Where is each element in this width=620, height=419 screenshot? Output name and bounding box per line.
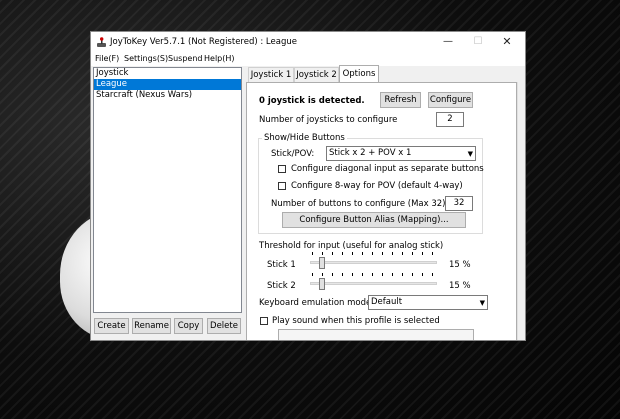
minimize-icon[interactable]: — <box>433 34 463 50</box>
title-bar[interactable]: JoyToKey Ver5.7.1 (Not Registered) : Lea… <box>91 32 525 53</box>
chevron-down-icon: ▼ <box>479 299 485 307</box>
threshold-label: Threshold for input (useful for analog s… <box>259 241 444 251</box>
stick2-value: 15 % <box>449 281 471 291</box>
tab-joystick-2[interactable]: Joystick 2 <box>294 67 339 83</box>
show-hide-title: Show/Hide Buttons <box>262 133 347 143</box>
joytokey-window: JoyToKey Ver5.7.1 (Not Registered) : Lea… <box>90 31 526 341</box>
stick2-label: Stick 2 <box>267 281 296 291</box>
diagonal-checkbox[interactable] <box>278 165 286 173</box>
tab-joystick-1[interactable]: Joystick 1 <box>248 67 294 83</box>
stick-pov-value: Stick x 2 + POV x 1 <box>329 148 412 158</box>
maximize-icon[interactable]: ☐ <box>463 34 493 50</box>
profile-item-league[interactable]: League <box>94 79 241 90</box>
keyboard-mode-value: Default <box>371 297 403 307</box>
window-title: JoyToKey Ver5.7.1 (Not Registered) : Lea… <box>110 37 297 47</box>
num-joysticks-label: Number of joysticks to configure <box>259 115 398 125</box>
stick1-slider[interactable] <box>310 261 437 264</box>
options-scrollbar[interactable] <box>517 82 525 340</box>
stick2-slider[interactable] <box>310 282 437 285</box>
rename-button[interactable]: Rename <box>132 318 171 334</box>
stick1-label: Stick 1 <box>267 260 296 270</box>
stick1-slider-handle[interactable] <box>319 257 326 269</box>
joystick-icon <box>97 37 106 47</box>
chevron-down-icon: ▼ <box>467 150 473 158</box>
menu-file[interactable]: File(F) <box>95 54 119 63</box>
stick2-slider-handle[interactable] <box>319 278 326 290</box>
num-buttons-label: Number of buttons to configure (Max 32) <box>271 199 446 209</box>
options-panel: 0 joystick is detected. Refresh Configur… <box>246 82 517 340</box>
play-sound-checkbox[interactable] <box>260 317 268 325</box>
profile-item-joystick[interactable]: Joystick <box>94 68 241 79</box>
stick1-slider-ticks <box>312 252 433 255</box>
stick1-value: 15 % <box>449 260 471 270</box>
tab-options[interactable]: Options <box>339 65 379 83</box>
menu-bar: File(F) Settings(S) Suspend Help(H) <box>91 53 525 66</box>
refresh-button[interactable]: Refresh <box>380 92 421 108</box>
menu-settings[interactable]: Settings(S) <box>124 54 168 63</box>
sound-file-field[interactable] <box>278 329 474 340</box>
keyboard-mode-select[interactable]: Default ▼ <box>368 295 488 310</box>
delete-button[interactable]: Delete <box>207 318 241 334</box>
stick2-slider-ticks <box>312 273 433 276</box>
configure-button[interactable]: Configure <box>428 92 473 108</box>
stick-pov-label: Stick/POV: <box>271 149 315 159</box>
menu-suspend[interactable]: Suspend <box>168 54 202 63</box>
copy-button[interactable]: Copy <box>174 318 203 334</box>
keyboard-mode-label: Keyboard emulation mode <box>259 298 372 308</box>
profile-item-starcraft[interactable]: Starcraft (Nexus Wars) <box>94 90 241 101</box>
stick-pov-select[interactable]: Stick x 2 + POV x 1 ▼ <box>326 146 476 161</box>
detected-status: 0 joystick is detected. <box>259 96 365 106</box>
eightway-label: Configure 8-way for POV (default 4-way) <box>291 181 463 191</box>
play-sound-label: Play sound when this profile is selected <box>272 316 440 326</box>
menu-help[interactable]: Help(H) <box>204 54 235 63</box>
num-joysticks-input[interactable]: 2 <box>436 112 464 127</box>
close-icon[interactable]: ✕ <box>492 34 522 50</box>
configure-alias-button[interactable]: Configure Button Alias (Mapping)... <box>282 212 466 228</box>
num-buttons-input[interactable]: 32 <box>445 196 473 211</box>
create-button[interactable]: Create <box>94 318 129 334</box>
diagonal-label: Configure diagonal input as separate but… <box>291 164 484 174</box>
eightway-checkbox[interactable] <box>278 182 286 190</box>
profile-list[interactable]: Joystick League Starcraft (Nexus Wars) <box>93 67 242 313</box>
